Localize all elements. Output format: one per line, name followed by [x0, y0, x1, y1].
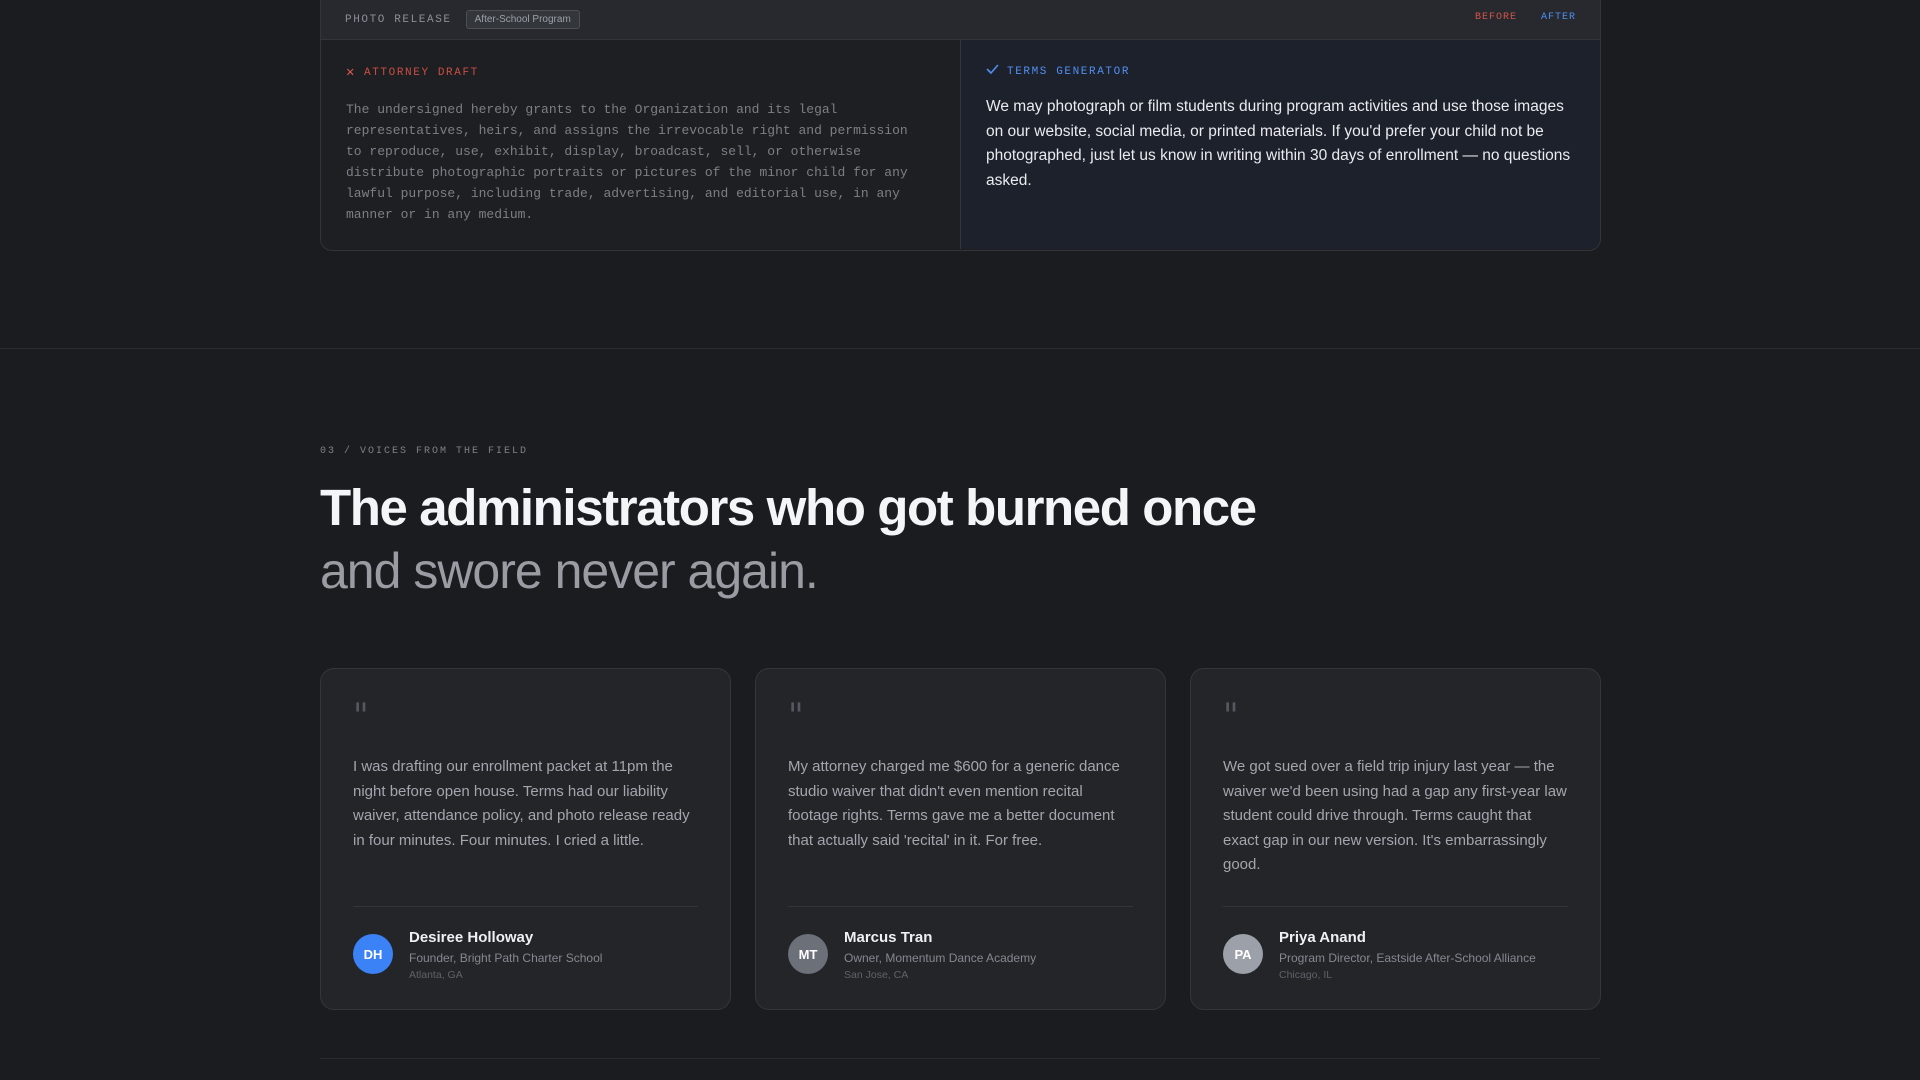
author-role: Owner, Momentum Dance Academy [844, 951, 1037, 965]
check-icon [986, 64, 999, 79]
quote-icon: " [1223, 696, 1239, 736]
card-divider [1223, 906, 1568, 907]
x-icon: ✕ [346, 65, 357, 81]
comparison-body: ✕ ATTORNEY DRAFT The undersigned hereby … [321, 40, 1600, 249]
testimonial-card: " I was drafting our enrollment packet a… [320, 668, 731, 1010]
author-location: Atlanta, GA [409, 969, 463, 981]
author-name: Priya Anand [1279, 929, 1366, 946]
testimonial-quote: We got sued over a field trip injury las… [1223, 758, 1567, 873]
author-name: Marcus Tran [844, 929, 933, 946]
testimonial-card: " We got sued over a field trip injury l… [1190, 668, 1601, 1010]
quote-icon: " [353, 696, 369, 736]
avatar: DH [353, 934, 393, 974]
author-role: Program Director, Eastside After-School … [1279, 951, 1536, 965]
attorney-draft-pane: ✕ ATTORNEY DRAFT The undersigned hereby … [321, 40, 961, 249]
terms-generator-text: We may photograph or film students durin… [986, 98, 1571, 189]
avatar: PA [1223, 934, 1263, 974]
attorney-draft-label: ATTORNEY DRAFT [364, 66, 479, 79]
author-name: Desiree Holloway [409, 929, 534, 946]
after-toggle[interactable]: AFTER [1541, 12, 1576, 23]
testimonial-quote: My attorney charged me $600 for a generi… [788, 758, 1120, 849]
attorney-draft-text: The undersigned hereby grants to the Org… [346, 102, 908, 222]
section-eyebrow: 03 / VOICES FROM THE FIELD [320, 446, 529, 457]
before-after-toggle: BEFORE AFTER [1475, 12, 1576, 23]
testimonial-cards: " I was drafting our enrollment packet a… [320, 668, 1601, 1010]
before-toggle[interactable]: BEFORE [1475, 12, 1517, 23]
program-tag: After-School Program [465, 10, 580, 29]
card-divider [353, 906, 698, 907]
author-location: Chicago, IL [1279, 969, 1333, 981]
author-info: Priya Anand Program Director, Eastside A… [1279, 929, 1536, 982]
avatar: MT [788, 934, 828, 974]
author-info: Marcus Tran Owner, Momentum Dance Academ… [844, 929, 1036, 982]
author-location: San Jose, CA [844, 969, 909, 981]
section-headline: The administrators who got burned once [320, 479, 1257, 536]
author-role: Founder, Bright Path Charter School [409, 951, 603, 965]
card-divider [788, 906, 1133, 907]
author-info: Desiree Holloway Founder, Bright Path Ch… [409, 929, 602, 982]
comparison-header: PHOTO RELEASE After-School Program BEFOR… [321, 0, 1600, 40]
terms-generator-pane: TERMS GENERATOR We may photograph or fil… [961, 40, 1600, 249]
testimonial-author: DH Desiree Holloway Founder, Bright Path… [353, 929, 602, 982]
comparison-panel: PHOTO RELEASE After-School Program BEFOR… [320, 0, 1601, 251]
terms-generator-heading: TERMS GENERATOR [986, 64, 1575, 79]
bottom-divider [320, 1058, 1600, 1059]
testimonial-author: PA Priya Anand Program Director, Eastsid… [1223, 929, 1536, 982]
section-subheadline: and swore never again. [320, 543, 819, 599]
section-divider [0, 348, 1920, 349]
terms-generator-label: TERMS GENERATOR [1007, 65, 1131, 78]
attorney-draft-heading: ✕ ATTORNEY DRAFT [346, 64, 935, 81]
testimonial-quote: I was drafting our enrollment packet at … [353, 758, 690, 849]
document-type-label: PHOTO RELEASE [345, 13, 452, 26]
testimonial-author: MT Marcus Tran Owner, Momentum Dance Aca… [788, 929, 1036, 982]
testimonial-card: " My attorney charged me $600 for a gene… [755, 668, 1166, 1010]
quote-icon: " [788, 696, 804, 736]
